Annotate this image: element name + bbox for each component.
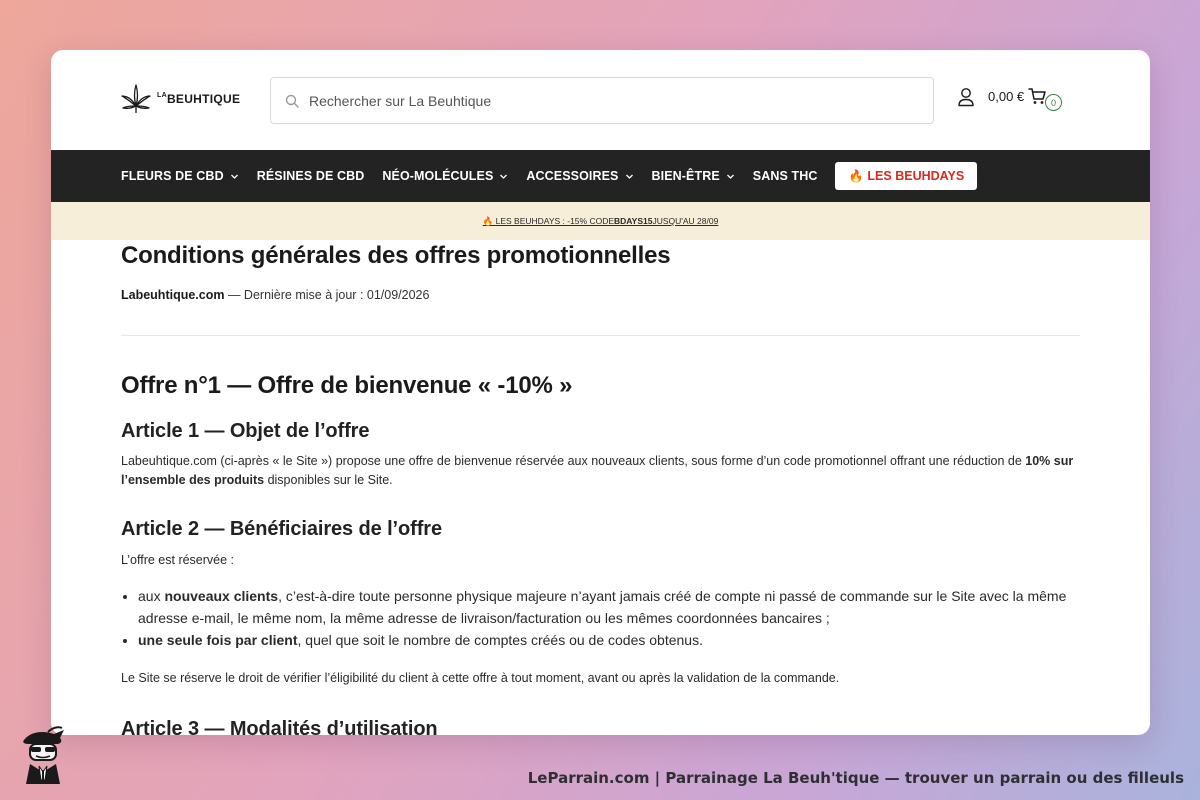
nav-item-label: RÉSINES DE CBD <box>256 169 365 183</box>
attribution-credit[interactable]: LeParrain.com | Parrainage La Beuh'tique… <box>528 769 1184 787</box>
article-2-note: Le Site se réserve le droit de vérifier … <box>121 671 840 685</box>
nav-item-neo-molecules[interactable]: NÉO-MOLÉCULES <box>382 169 508 183</box>
nav-item-label: BIEN-ÊTRE <box>651 169 720 183</box>
article-1-title: Article 1 — Objet de l’offre <box>121 420 370 442</box>
list-item: une seule fois par client, quel que soit… <box>138 629 1080 651</box>
page-meta: Labeuhtique.com — Dernière mise à jour :… <box>121 288 1080 302</box>
eligibility-list: aux nouveaux clients, c’est-à-dire toute… <box>121 585 1080 651</box>
promo-prefix: 🔥 LES BEUHDAYS : -15% CODE <box>482 215 615 226</box>
promo-code: BDAYS15 <box>614 216 653 226</box>
nav-item-label: SANS THC <box>752 169 818 183</box>
search-bar[interactable] <box>270 77 934 124</box>
chevron-down-icon <box>625 174 633 179</box>
nav-item-resines[interactable]: RÉSINES DE CBD <box>257 169 365 183</box>
browser-page: LABEUHTIQUE 0,00 € 0 FLEURS DE CBD RÉ <box>51 50 1150 735</box>
search-icon <box>285 94 299 108</box>
beuhdays-label: LES BEUHDAYS <box>867 169 965 183</box>
nav-item-fleurs[interactable]: FLEURS DE CBD <box>121 169 239 183</box>
site-header: LABEUHTIQUE 0,00 € 0 <box>51 50 1150 150</box>
cart-icon[interactable] <box>1028 87 1046 105</box>
main-nav: FLEURS DE CBD RÉSINES DE CBD NÉO-MOLÉCUL… <box>51 150 1150 202</box>
nav-item-label: NÉO-MOLÉCULES <box>382 169 494 183</box>
divider <box>121 335 1080 336</box>
nav-item-label: FLEURS DE CBD <box>121 169 224 183</box>
promo-banner[interactable]: 🔥 LES BEUHDAYS : -15% CODE BDAYS15 JUSQU… <box>51 202 1150 240</box>
site-logo[interactable]: LABEUHTIQUE <box>119 84 240 114</box>
chevron-down-icon <box>726 174 734 179</box>
nav-item-label: ACCESSOIRES <box>526 169 619 183</box>
page-title: Conditions générales des offres promotio… <box>121 242 671 269</box>
chevron-down-icon <box>230 174 238 179</box>
chevron-down-icon <box>500 174 508 179</box>
list-item: aux nouveaux clients, c’est-à-dire toute… <box>138 585 1080 629</box>
offer-title: Offre n°1 — Offre de bienvenue « -10% » <box>121 372 573 399</box>
cart-count-badge: 0 <box>1045 94 1062 111</box>
nav-item-accessoires[interactable]: ACCESSOIRES <box>526 169 633 183</box>
account-icon[interactable] <box>957 87 975 107</box>
nav-item-bien-etre[interactable]: BIEN-ÊTRE <box>652 169 735 183</box>
article-1-text: Labeuhtique.com (ci-après « le Site ») p… <box>121 454 1074 487</box>
leaf-logo-icon <box>121 84 151 113</box>
meta-date: — Dernière mise à jour : 01/09/2026 <box>224 288 430 302</box>
cart-total[interactable]: 0,00 € <box>988 89 1024 104</box>
search-input[interactable] <box>309 78 933 123</box>
article-2-intro: L’offre est réservée : <box>121 553 235 567</box>
promo-suffix: JUSQU'AU 28/09 <box>652 216 719 226</box>
article-2-title: Article 2 — Bénéficiaires de l’offre <box>121 518 442 540</box>
meta-site: Labeuhtique.com <box>121 288 225 302</box>
mascot-logo <box>23 726 64 784</box>
beuhdays-button[interactable]: 🔥 LES BEUHDAYS <box>835 162 978 190</box>
fire-icon: 🔥 <box>848 169 864 183</box>
article-3-title: Article 3 — Modalités d’utilisation <box>121 718 438 735</box>
nav-item-sans-thc[interactable]: SANS THC <box>753 169 818 183</box>
main-content: Conditions générales des offres promotio… <box>121 240 1080 735</box>
logo-wordmark: LABEUHTIQUE <box>157 92 241 106</box>
